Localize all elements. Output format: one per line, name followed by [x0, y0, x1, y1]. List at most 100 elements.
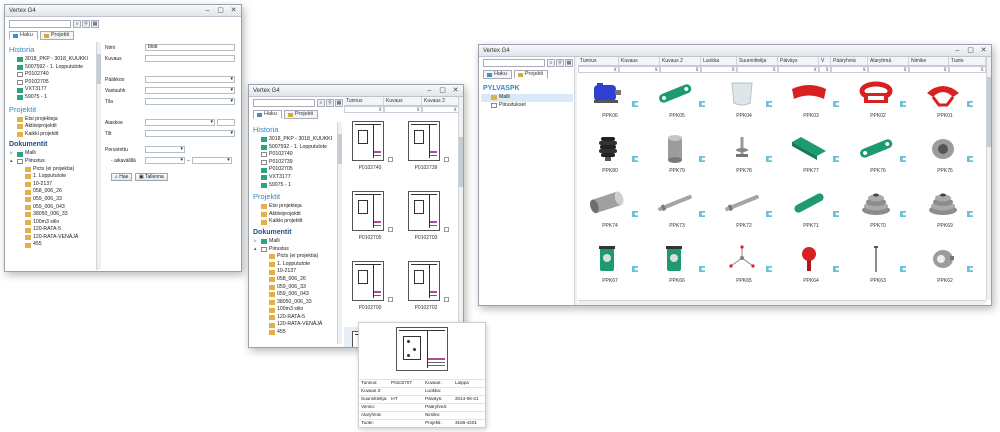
aiaskoe-extra[interactable]: [217, 119, 235, 126]
part-thumbnail[interactable]: PPK74: [578, 185, 642, 237]
folder-item[interactable]: 1. Loppututote: [7, 173, 95, 181]
history-item[interactable]: P0102740: [251, 151, 335, 159]
sidebar-scrollbar[interactable]: [337, 122, 342, 344]
history-item[interactable]: 3018_PKP - 3018_KUUKKI: [251, 136, 335, 144]
model-link-icon[interactable]: [699, 101, 705, 107]
folder-item[interactable]: 10-2137: [7, 181, 95, 189]
folder-item[interactable]: 38050_006_33: [251, 299, 335, 307]
project-item[interactable]: Etsi projekteja: [7, 116, 95, 124]
maximize-icon[interactable]: ▢: [966, 47, 975, 54]
nimi-input[interactable]: blob: [145, 44, 235, 51]
part-thumbnail[interactable]: PPK72: [712, 185, 776, 237]
column-filter-input[interactable]: ⊻: [737, 66, 778, 73]
filter-icon[interactable]: ⊻: [813, 67, 817, 73]
paakkoo-select[interactable]: [145, 76, 235, 83]
view-icon[interactable]: ▦: [335, 99, 343, 107]
history-item[interactable]: 5007592 - 1. Loppututote: [251, 144, 335, 152]
column-filter-input[interactable]: ⊻: [909, 66, 949, 73]
search-icon[interactable]: ⌕: [73, 20, 81, 28]
column-filter-input[interactable]: ⊻: [344, 106, 384, 113]
drawing-thumbnail[interactable]: P0102739: [400, 117, 452, 185]
model-link-icon[interactable]: [632, 266, 638, 272]
model-link-icon[interactable]: [766, 211, 772, 217]
minimize-icon[interactable]: –: [425, 87, 434, 94]
column-filter-input[interactable]: ⊻: [778, 66, 819, 73]
history-item[interactable]: 59075 - 1: [7, 94, 95, 102]
filter-icon[interactable]: ⊻: [862, 67, 866, 73]
drawing-thumbnail[interactable]: P0102700: [344, 257, 396, 325]
model-link-icon[interactable]: [766, 266, 772, 272]
column-header-cell[interactable]: Tuote: [949, 57, 986, 65]
column-header-cell[interactable]: Pääryhmä: [831, 57, 868, 65]
history-item[interactable]: VXT3177: [251, 174, 335, 182]
search-options-icon[interactable]: ⚲: [82, 20, 90, 28]
column-filter-input[interactable]: ⊻: [949, 66, 986, 73]
model-link-icon[interactable]: [833, 156, 839, 162]
tab-projekti[interactable]: Projekti: [39, 31, 75, 40]
history-item[interactable]: VXT3177: [7, 86, 95, 94]
column-header-cell[interactable]: Tunnus: [344, 97, 384, 105]
document-item[interactable]: ▴ Piirustus: [251, 246, 335, 254]
close-icon[interactable]: ✕: [979, 47, 988, 54]
grid-scrollbar[interactable]: [986, 57, 991, 300]
history-item[interactable]: P0102740: [7, 71, 95, 79]
scroll-thumb[interactable]: [97, 54, 101, 84]
column-filter-input[interactable]: ⊻: [819, 66, 831, 73]
expand-icon[interactable]: ▹: [254, 238, 259, 246]
maximize-icon[interactable]: ▢: [438, 87, 447, 94]
scroll-thumb[interactable]: [338, 134, 342, 164]
filter-icon[interactable]: ⊻: [695, 67, 699, 73]
column-header-cell[interactable]: Kuvaus: [619, 57, 660, 65]
document-item[interactable]: ▴ Piirustus: [7, 158, 95, 166]
column-header-cell[interactable]: Tunnus: [578, 57, 619, 65]
column-filter-input[interactable]: ⊻: [619, 66, 660, 73]
grid-scrollbar[interactable]: [458, 97, 463, 345]
filter-icon[interactable]: ⊻: [378, 107, 382, 113]
project-item[interactable]: Kaikki projektit: [7, 131, 95, 139]
column-header-cell[interactable]: Luokka: [701, 57, 737, 65]
filter-icon[interactable]: ⊻: [453, 107, 457, 113]
folder-item[interactable]: 10-2137: [251, 268, 335, 276]
tab-projekti[interactable]: Projekti: [283, 110, 319, 119]
folder-item[interactable]: 120-RATA-5: [7, 226, 95, 234]
part-thumbnail[interactable]: PPK63: [846, 240, 910, 292]
folder-item[interactable]: 058_006_26: [251, 276, 335, 284]
model-link-icon[interactable]: [900, 266, 906, 272]
part-thumbnail[interactable]: PPK06: [578, 75, 642, 127]
folder-item[interactable]: 120-RATA-VENÄJÄ: [251, 321, 335, 329]
vastuuhk-select[interactable]: [145, 87, 235, 94]
history-item[interactable]: P0102705: [7, 79, 95, 87]
tila-select[interactable]: [145, 98, 235, 105]
model-link-icon[interactable]: [900, 101, 906, 107]
model-link-icon[interactable]: [632, 156, 638, 162]
tallenna-button[interactable]: ▣ Tallenna: [135, 173, 168, 181]
search-input[interactable]: [483, 59, 545, 67]
project-item[interactable]: Aktiiviprojektit: [7, 123, 95, 131]
view-icon[interactable]: ▦: [91, 20, 99, 28]
part-thumbnail[interactable]: PPK76: [846, 130, 910, 182]
filter-icon[interactable]: ⊻: [825, 67, 829, 73]
tilt-select[interactable]: [145, 130, 235, 137]
search-input[interactable]: [253, 99, 315, 107]
column-header-cell[interactable]: Kuvaus 2: [660, 57, 701, 65]
part-thumbnail[interactable]: PPK62: [913, 240, 977, 292]
filter-icon[interactable]: ⊻: [654, 67, 658, 73]
part-thumbnail[interactable]: PPK79: [645, 130, 709, 182]
model-link-icon[interactable]: [766, 156, 772, 162]
folder-item[interactable]: 455: [7, 241, 95, 249]
drawing-thumbnail[interactable]: P0102702: [400, 257, 452, 325]
part-thumbnail[interactable]: PPK70: [846, 185, 910, 237]
model-link-icon[interactable]: [699, 211, 705, 217]
project-item[interactable]: Aktiiviprojektit: [251, 211, 335, 219]
perustettu-select[interactable]: [145, 146, 185, 153]
history-item[interactable]: 3018_PKP - 3018_KUUKKI: [7, 56, 95, 64]
part-thumbnail[interactable]: PPK65: [712, 240, 776, 292]
column-header-cell[interactable]: Suunnittelija: [737, 57, 778, 65]
grid-horizontal-scrollbar[interactable]: [578, 300, 986, 305]
model-link-icon[interactable]: [766, 101, 772, 107]
part-thumbnail[interactable]: PPK75: [913, 130, 977, 182]
folder-item[interactable]: 120-RATA-VENÄJÄ: [7, 234, 95, 242]
drawing-thumbnail[interactable]: P0102703: [400, 187, 452, 255]
model-link-icon[interactable]: [632, 101, 638, 107]
minimize-icon[interactable]: –: [203, 7, 212, 14]
